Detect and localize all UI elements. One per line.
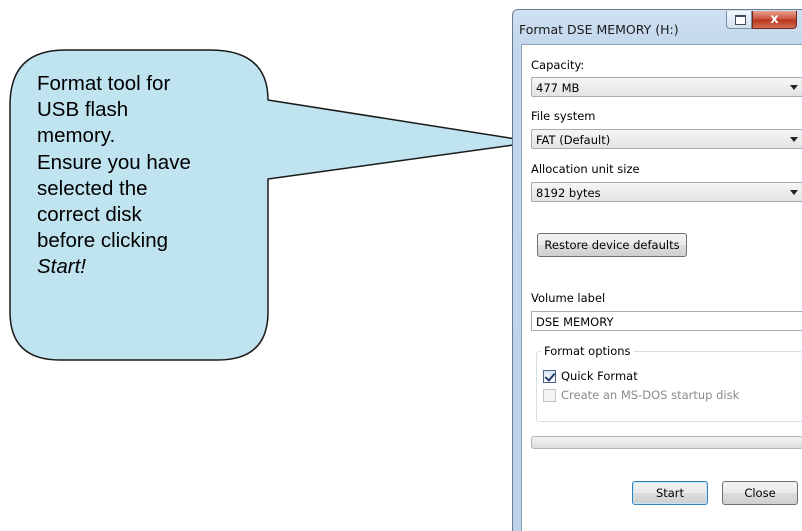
restore-icon [735, 15, 746, 25]
callout-line: Format tool for [37, 72, 171, 95]
chevron-down-icon [790, 190, 798, 195]
allocation-unit-select[interactable]: 8192 bytes [531, 182, 802, 202]
close-icon: x [770, 12, 779, 27]
allocation-unit-value: 8192 bytes [536, 186, 601, 200]
chevron-down-icon [790, 137, 798, 142]
callout-line-emphasis: Start! [37, 255, 86, 279]
dialog-client-area: Capacity: 477 MB File system FAT (Defaul… [521, 44, 802, 531]
close-button[interactable]: Close [722, 481, 798, 505]
format-dialog-window: Format DSE MEMORY (H:) x Capacity: 477 M… [512, 9, 802, 531]
restore-device-defaults-button[interactable]: Restore device defaults [537, 233, 687, 257]
quick-format-checkbox[interactable] [543, 370, 556, 383]
chevron-down-icon [790, 85, 798, 90]
callout-line: Ensure you have [37, 150, 191, 174]
format-options-group [536, 351, 802, 422]
close-window-button[interactable]: x [752, 11, 797, 29]
start-button[interactable]: Start [632, 481, 708, 505]
callout-line: selected the [37, 176, 148, 200]
callout-line: memory. [37, 124, 116, 148]
quick-format-label[interactable]: Quick Format [561, 369, 638, 383]
window-title: Format DSE MEMORY (H:) [519, 22, 679, 37]
format-options-title: Format options [541, 344, 634, 358]
title-bar[interactable]: Format DSE MEMORY (H:) x [513, 10, 802, 44]
screen: Format tool for USB flash memory. Ensure… [0, 0, 802, 531]
volume-label-value: DSE MEMORY [536, 315, 614, 329]
file-system-select[interactable]: FAT (Default) [531, 129, 802, 149]
volume-label-input[interactable]: DSE MEMORY [531, 311, 802, 331]
ms-dos-checkbox[interactable] [543, 389, 556, 402]
callout-line: correct disk [37, 203, 142, 227]
capacity-select[interactable]: 477 MB [531, 77, 802, 97]
capacity-value: 477 MB [536, 81, 580, 95]
restore-button[interactable] [726, 11, 752, 29]
callout-line: USB flash [37, 98, 129, 122]
callout-line: before clicking [37, 229, 169, 253]
file-system-label: File system [531, 109, 596, 123]
capacity-label: Capacity: [531, 58, 585, 72]
format-progress-bar [531, 436, 802, 449]
volume-label-label: Volume label [531, 291, 606, 305]
allocation-unit-label: Allocation unit size [531, 162, 640, 176]
callout-text: Format tool for USB flash memory. Ensure… [37, 71, 262, 281]
file-system-value: FAT (Default) [536, 133, 611, 147]
ms-dos-label[interactable]: Create an MS-DOS startup disk [561, 388, 739, 402]
